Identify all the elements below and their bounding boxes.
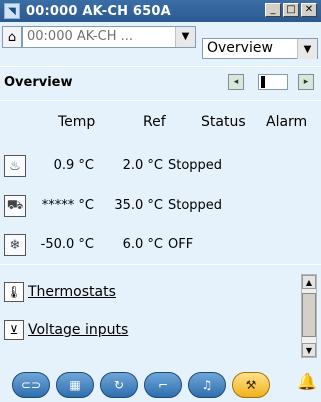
view-select-value: Overview bbox=[207, 40, 273, 56]
nav-bell-button[interactable]: ♫ bbox=[188, 372, 226, 398]
nav-cycle-button[interactable]: ↻ bbox=[100, 372, 138, 398]
cycle-icon: ↻ bbox=[113, 378, 125, 392]
bottom-nav: ⊂⊃ ▦ ↻ ⌐ ♫ ⚒ 🔔 bbox=[0, 368, 321, 402]
list-item[interactable]: 🌡 Thermostats bbox=[0, 278, 300, 306]
freezer-icon[interactable]: ⛟ bbox=[4, 195, 26, 217]
link-list: 🌡 Thermostats ⊻ Voltage inputs bbox=[0, 272, 321, 360]
column-alarm: Alarm bbox=[266, 114, 308, 130]
pager: ◂ ▸ bbox=[228, 74, 316, 92]
window-controls: _ □ ✕ bbox=[265, 3, 317, 17]
page-title: Overview bbox=[4, 75, 73, 90]
window-title: 00:000 AK-CH 650A bbox=[26, 3, 171, 19]
voltage-icon: ⊻ bbox=[4, 320, 24, 340]
column-status: Status bbox=[201, 114, 246, 130]
temp-value: 0.9 °C bbox=[53, 158, 94, 173]
ref-value: 6.0 °C bbox=[122, 237, 163, 252]
temp-value: -50.0 °C bbox=[40, 237, 94, 252]
chevron-down-icon[interactable]: ▼ bbox=[297, 39, 317, 59]
column-temp: Temp bbox=[58, 114, 96, 130]
link-thermostats[interactable]: Thermostats bbox=[28, 284, 116, 300]
graph-icon: ⌐ bbox=[157, 378, 169, 392]
table-row[interactable]: ♨ 0.9 °C 2.0 °C Stopped bbox=[0, 152, 321, 180]
overview-header: Overview ◂ ▸ bbox=[0, 72, 321, 96]
home-button[interactable]: ⌂ bbox=[2, 26, 22, 48]
thermostat-icon: 🌡 bbox=[4, 282, 24, 302]
divider bbox=[0, 264, 321, 265]
chevron-down-icon[interactable]: ▼ bbox=[175, 27, 195, 47]
pager-prev-button[interactable]: ◂ bbox=[228, 74, 244, 90]
ref-value: 2.0 °C bbox=[122, 158, 163, 173]
status-value: OFF bbox=[168, 237, 194, 252]
ref-value: 35.0 °C bbox=[114, 198, 163, 213]
wrench-icon: ⚒ bbox=[245, 378, 257, 392]
table-header: Temp Ref Status Alarm bbox=[0, 114, 321, 134]
app-icon: ◥ bbox=[4, 3, 20, 19]
minimize-button[interactable]: _ bbox=[265, 3, 281, 17]
divider bbox=[0, 100, 321, 101]
view-select[interactable]: Overview ▼ bbox=[202, 38, 318, 59]
scroll-up-icon[interactable]: ▲ bbox=[302, 275, 316, 289]
table-row[interactable]: ⛟ ***** °C 35.0 °C Stopped bbox=[0, 192, 321, 220]
close-button[interactable]: ✕ bbox=[301, 3, 317, 17]
pager-thumb[interactable] bbox=[261, 76, 265, 88]
scroll-thumb[interactable] bbox=[302, 293, 316, 337]
device-select-value: 00:000 AK-CH ... bbox=[27, 29, 133, 44]
list-item[interactable]: ⊻ Voltage inputs bbox=[0, 316, 300, 344]
title-bar: ◥ 00:000 AK-CH 650A _ □ ✕ bbox=[0, 0, 321, 22]
nav-grid-button[interactable]: ▦ bbox=[56, 372, 94, 398]
column-ref: Ref bbox=[143, 114, 166, 130]
scrollbar[interactable]: ▲ ▼ bbox=[301, 274, 317, 358]
grid-icon: ▦ bbox=[69, 378, 81, 392]
scroll-down-icon[interactable]: ▼ bbox=[302, 343, 316, 357]
nav-cases-button[interactable]: ⊂⊃ bbox=[12, 372, 50, 398]
cabinet-icon[interactable]: ♨ bbox=[4, 155, 26, 177]
defrost-icon[interactable]: ❄ bbox=[4, 234, 26, 256]
divider bbox=[0, 66, 321, 67]
link-voltage-inputs[interactable]: Voltage inputs bbox=[28, 322, 128, 338]
alarm-bell-icon[interactable]: 🔔 bbox=[297, 374, 317, 390]
table-row[interactable]: ❄ -50.0 °C 6.0 °C OFF bbox=[0, 231, 321, 259]
toolbar: ⌂ 00:000 AK-CH ... ▼ Overview ▼ bbox=[0, 22, 321, 60]
status-value: Stopped bbox=[168, 158, 223, 173]
bell-icon: ♫ bbox=[201, 378, 213, 392]
temp-value: ***** °C bbox=[41, 198, 94, 213]
pager-track[interactable] bbox=[258, 74, 288, 90]
status-value: Stopped bbox=[168, 198, 223, 213]
home-icon: ⌂ bbox=[7, 29, 17, 45]
nav-service-button[interactable]: ⚒ bbox=[232, 372, 270, 398]
arrow-left-icon: ◂ bbox=[233, 77, 239, 87]
nav-graph-button[interactable]: ⌐ bbox=[144, 372, 182, 398]
arrow-right-icon: ▸ bbox=[303, 77, 309, 87]
pager-next-button[interactable]: ▸ bbox=[298, 74, 314, 90]
device-select[interactable]: 00:000 AK-CH ... ▼ bbox=[22, 26, 196, 48]
cases-icon: ⊂⊃ bbox=[20, 378, 42, 392]
app-window: ◥ 00:000 AK-CH 650A _ □ ✕ ⌂ 00:000 AK-CH… bbox=[0, 0, 321, 402]
maximize-button[interactable]: □ bbox=[283, 3, 299, 17]
